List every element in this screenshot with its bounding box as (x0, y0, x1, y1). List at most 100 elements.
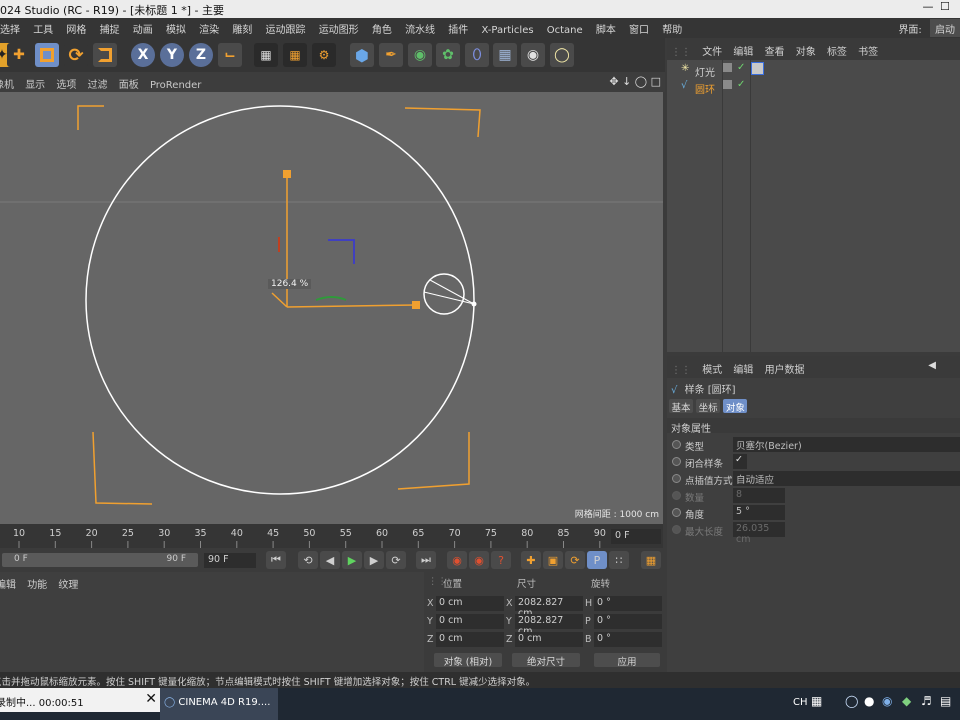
size-y-field[interactable]: 2082.827 cm (515, 614, 583, 637)
enabled-check-icon[interactable]: ✓ (737, 62, 745, 73)
grip-icon[interactable]: ⋮⋮ (667, 42, 695, 58)
radio-icon[interactable] (672, 457, 681, 466)
tab-basic[interactable]: 基本 (669, 399, 693, 414)
menu-plugins[interactable]: 插件 (443, 18, 473, 36)
om-menu-bookmarks[interactable]: 书签 (854, 38, 882, 58)
spline-point[interactable] (471, 301, 477, 307)
type-select[interactable]: 贝塞尔(Bezier) (733, 437, 960, 452)
mat-menu-texture[interactable]: 纹理 (54, 576, 82, 591)
recording-widget[interactable]: 录制中... 00:00:51 ✕ (0, 688, 165, 712)
menu-render[interactable]: 渲染 (194, 18, 224, 36)
menu-character[interactable]: 角色 (367, 18, 397, 36)
scale-box-icon[interactable] (35, 43, 59, 67)
enabled-check-icon[interactable]: ✓ (737, 79, 745, 90)
prev-key-icon[interactable]: ⟲ (298, 551, 318, 569)
key-scale-icon[interactable]: ▣ (543, 551, 563, 569)
attr-row-close-spline[interactable]: 闭合样条 ✓ (667, 454, 960, 470)
z-axis-handle[interactable] (271, 292, 288, 308)
attr-menu-mode[interactable]: 模式 (698, 356, 726, 376)
size-z-field[interactable]: 0 cm (515, 632, 583, 647)
window-controls[interactable]: — ☐ (923, 0, 955, 13)
keyboard-icon[interactable]: ▦ (811, 694, 822, 708)
cube-icon[interactable]: ⬢ (350, 43, 374, 67)
render-settings-icon[interactable]: ⚙ (312, 43, 336, 67)
mat-menu-edit[interactable]: 编辑 (0, 576, 20, 591)
menu-octane[interactable]: Octane (542, 22, 588, 36)
timeline-ruler[interactable]: 10 15 20 25 30 35 40 45 50 55 60 65 70 75 80 85 90 0 F (0, 524, 663, 548)
step-forward-icon[interactable]: ▶ (364, 551, 384, 569)
object-name[interactable]: 圆环 (695, 81, 715, 96)
y-axis-icon[interactable]: Y (160, 43, 184, 67)
radio-icon[interactable] (672, 440, 681, 449)
taskbar-app-cinema4d[interactable]: ◯ CINEMA 4D R19.... (160, 688, 278, 720)
object-row-circle[interactable]: √ 圆环 ✓ (667, 79, 960, 96)
key-position-icon[interactable]: ✚ (521, 551, 541, 569)
pen-icon[interactable]: ✒ (379, 43, 403, 67)
menu-sculpt[interactable]: 雕刻 (227, 18, 257, 36)
go-to-start-icon[interactable]: ⏮ (266, 551, 286, 569)
close-icon[interactable]: ✕ (145, 691, 157, 707)
layout-select[interactable]: 启动 (930, 19, 960, 37)
tray-app-icon[interactable]: ◯ (845, 694, 858, 708)
viewport-menu-camera[interactable]: 摄像机 (0, 72, 18, 91)
coord-system-icon[interactable]: ⌙ (218, 43, 242, 67)
om-menu-view[interactable]: 查看 (761, 38, 789, 58)
menu-animate[interactable]: 动画 (128, 18, 158, 36)
tab-coord[interactable]: 坐标 (696, 399, 721, 414)
play-icon[interactable]: ▶ (342, 551, 362, 569)
attr-menu-edit[interactable]: 编辑 (729, 356, 757, 376)
menu-help[interactable]: 帮助 (657, 18, 687, 36)
apply-button[interactable]: 应用 (594, 653, 660, 668)
size-mode-select[interactable]: 绝对尺寸 (512, 653, 580, 668)
om-menu-tags[interactable]: 标签 (823, 38, 851, 58)
microphone-icon[interactable]: ● (864, 694, 874, 708)
deformer-icon[interactable]: ⬯ (465, 43, 489, 67)
attr-row-type[interactable]: 类型 贝塞尔(Bezier) (667, 437, 960, 453)
menu-window[interactable]: 窗口 (624, 18, 654, 36)
radio-icon[interactable] (672, 508, 681, 517)
pos-y-field[interactable]: 0 cm (436, 614, 504, 629)
x-axis-icon[interactable]: X (131, 43, 155, 67)
menu-tools[interactable]: 工具 (28, 18, 58, 36)
attr-row-angle[interactable]: 角度 5 ° (667, 505, 960, 521)
target-tag-icon[interactable] (751, 62, 764, 75)
om-menu-edit[interactable]: 编辑 (729, 38, 757, 58)
viewport-menu-options[interactable]: 选项 (52, 72, 80, 91)
rot-b-field[interactable]: 0 ° (594, 632, 662, 647)
camera-icon[interactable]: ◉ (521, 43, 545, 67)
next-key-icon[interactable]: ⟳ (386, 551, 406, 569)
rotate-icon[interactable]: ⟳ (64, 43, 88, 67)
scale-icon[interactable]: ✚ (7, 43, 31, 67)
viewport[interactable]: 126.4 % 网格间距 : 1000 cm (0, 92, 663, 524)
back-arrow-icon[interactable]: ◀ (928, 360, 936, 371)
viewport-menu-panel[interactable]: 面板 (115, 72, 143, 91)
input-language[interactable]: CH (793, 697, 808, 708)
menu-mograph[interactable]: 运动图形 (314, 18, 364, 36)
object-row-light[interactable]: ✳ 灯光 ✓ (667, 62, 960, 79)
menu-xparticles[interactable]: X-Particles (476, 22, 538, 36)
menu-select[interactable]: 选择 (0, 18, 25, 36)
key-param-icon[interactable]: P (587, 551, 607, 569)
step-back-icon[interactable]: ◀ (320, 551, 340, 569)
menu-pipeline[interactable]: 流水线 (400, 18, 440, 36)
interpolation-select[interactable]: 自动适应 (733, 471, 960, 486)
visibility-icon[interactable] (723, 80, 732, 89)
tab-object[interactable]: 对象 (723, 399, 748, 414)
range-slider[interactable]: 0 F 90 F (2, 553, 198, 567)
record-icon[interactable]: ◉ (447, 551, 467, 569)
menu-script[interactable]: 脚本 (591, 18, 621, 36)
maximize-icon[interactable]: ☐ (940, 0, 954, 13)
pos-x-field[interactable]: 0 cm (436, 596, 504, 611)
size-x-field[interactable]: 2082.827 cm (515, 596, 583, 619)
coord-mode-select[interactable]: 对象 (相对) (434, 653, 502, 668)
menu-simulate[interactable]: 模拟 (161, 18, 191, 36)
viewport-canvas[interactable] (0, 92, 663, 524)
network-icon[interactable]: ▤ (940, 694, 951, 708)
z-axis-icon[interactable]: Z (189, 43, 213, 67)
light-icon[interactable]: ◯ (550, 43, 574, 67)
angle-field[interactable]: 5 ° (733, 505, 785, 520)
mat-menu-function[interactable]: 功能 (23, 576, 51, 591)
visibility-icon[interactable] (723, 63, 732, 72)
current-frame-field[interactable]: 0 F (611, 529, 661, 544)
pos-z-field[interactable]: 0 cm (436, 632, 504, 647)
